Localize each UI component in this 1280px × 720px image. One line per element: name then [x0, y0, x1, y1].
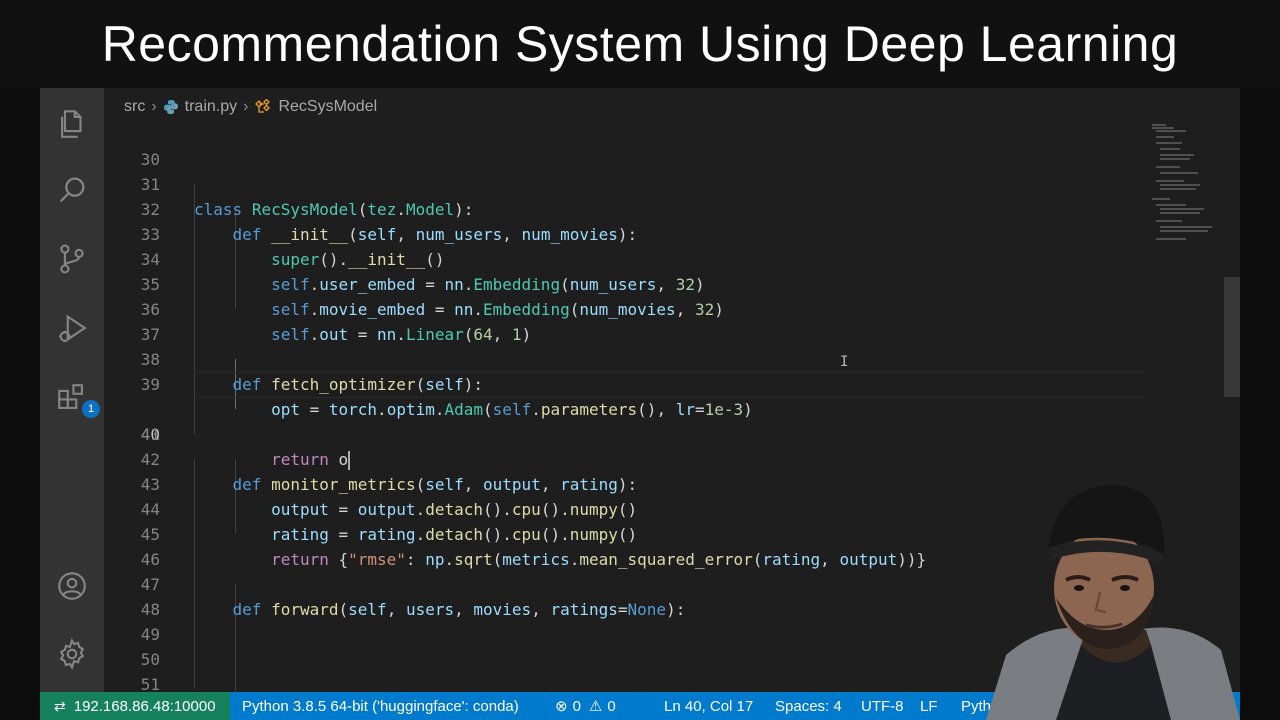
- run-debug-icon[interactable]: [52, 308, 92, 348]
- code-line: 41: [104, 397, 1144, 444]
- eol-setting[interactable]: LF: [920, 692, 938, 720]
- video-title: Recommendation System Using Deep Learnin…: [101, 16, 1179, 72]
- source-control-icon[interactable]: [52, 239, 92, 279]
- minimap-line: [1160, 158, 1190, 160]
- mouse-ibeam-cursor-icon: I: [840, 354, 849, 370]
- encoding-label: UTF-8: [861, 697, 904, 715]
- search-icon[interactable]: [52, 170, 92, 210]
- encoding-setting[interactable]: UTF-8: [861, 692, 904, 720]
- minimap-line: [1152, 127, 1174, 129]
- error-icon: ⊗: [555, 698, 568, 715]
- minimap-line: [1152, 198, 1170, 200]
- code-line: 42 def monitor_metrics(self, output, rat…: [104, 422, 1144, 494]
- minimap-line: [1160, 172, 1198, 174]
- breadcrumb-chevron-icon: ›: [151, 98, 157, 115]
- minimap-line: [1160, 212, 1200, 214]
- error-count: 0: [572, 697, 581, 715]
- minimap-line: [1160, 226, 1212, 228]
- minimap-line: [1156, 142, 1182, 144]
- indentation-label: Spaces: 4: [775, 697, 842, 715]
- remote-host: 192.168.86.48:10000: [73, 697, 216, 715]
- current-line-highlight: [194, 372, 1144, 398]
- code-line: 34 self.user_embed = nn.Embedding(num_us…: [104, 222, 1144, 294]
- class-symbol-icon: [255, 99, 271, 113]
- minimap-line: [1156, 204, 1186, 206]
- code-line: 37: [104, 297, 1144, 344]
- minimap[interactable]: [1146, 122, 1224, 322]
- python-interpreter-label: Python 3.8.5 64-bit ('huggingface': cond…: [242, 697, 519, 715]
- minimap-line: [1160, 148, 1180, 150]
- breadcrumb-file-label: train.py: [184, 98, 238, 115]
- minimap-line: [1152, 124, 1166, 126]
- minimap-line: [1160, 230, 1208, 232]
- presenter-webcam-image: [986, 485, 1240, 720]
- warning-count: 0: [607, 697, 616, 715]
- breadcrumb-file[interactable]: train.py: [163, 98, 237, 116]
- code-line: 32 def __init__(self, num_users, num_mov…: [104, 172, 1144, 244]
- remote-indicator[interactable]: ⇄ 192.168.86.48:10000: [40, 692, 230, 720]
- minimap-line: [1156, 220, 1182, 222]
- breadcrumb-folder[interactable]: src: [124, 98, 145, 116]
- minimap-line: [1160, 184, 1200, 186]
- breadcrumb-symbol[interactable]: RecSysModel: [254, 98, 377, 116]
- minimap-line: [1160, 188, 1196, 190]
- minimap-line: [1156, 166, 1180, 168]
- code-line: 43 output = output.detach().cpu().numpy(…: [104, 447, 1144, 519]
- minimap-line: [1160, 208, 1204, 210]
- extensions-icon[interactable]: 1: [52, 378, 100, 418]
- code-line: 31 class RecSysModel(tez.Model):: [104, 147, 1144, 219]
- explorer-icon[interactable]: [52, 104, 92, 144]
- extensions-badge: 1: [82, 400, 100, 418]
- scrollbar-thumb[interactable]: [1224, 277, 1240, 397]
- code-line: 35 self.movie_embed = nn.Embedding(num_m…: [104, 247, 1144, 319]
- code-line: 36 self.out = nn.Linear(64, 1): [104, 272, 1144, 344]
- breadcrumb: src › train.py › RecSysModel: [104, 94, 377, 120]
- minimap-line: [1156, 180, 1184, 182]
- breadcrumb-chevron-icon: ›: [243, 98, 249, 115]
- breadcrumb-symbol-label: RecSysModel: [278, 98, 378, 115]
- code-line: 30: [104, 122, 1144, 169]
- indentation-setting[interactable]: Spaces: 4: [775, 692, 842, 720]
- python-interpreter[interactable]: Python 3.8.5 64-bit ('huggingface': cond…: [242, 692, 519, 720]
- settings-gear-icon[interactable]: [52, 634, 92, 674]
- cursor-position[interactable]: Ln 40, Col 17: [664, 692, 753, 720]
- minimap-line: [1156, 238, 1186, 240]
- code-line: 38 def fetch_optimizer(self):: [104, 322, 1144, 394]
- minimap-line: [1156, 130, 1186, 132]
- accounts-icon[interactable]: [52, 566, 92, 606]
- activity-bar: 1: [40, 88, 104, 692]
- minimap-line: [1160, 154, 1194, 156]
- remote-icon: ⇄: [54, 697, 66, 714]
- eol-label: LF: [920, 697, 938, 715]
- python-file-icon: [163, 100, 178, 114]
- minimap-line: [1156, 136, 1174, 138]
- code-line: 33 super().__init__(): [104, 197, 1144, 269]
- warning-icon: ⚠: [588, 698, 603, 715]
- problems-indicator[interactable]: ⊗ 0 ⚠ 0: [555, 692, 616, 720]
- video-title-banner: Recommendation System Using Deep Learnin…: [0, 0, 1280, 88]
- cursor-position-label: Ln 40, Col 17: [664, 697, 754, 715]
- code-line-active: 40 return o: [104, 372, 1144, 470]
- code-line: 39 opt = torch.optim.Adam(self.parameter…: [104, 347, 1144, 419]
